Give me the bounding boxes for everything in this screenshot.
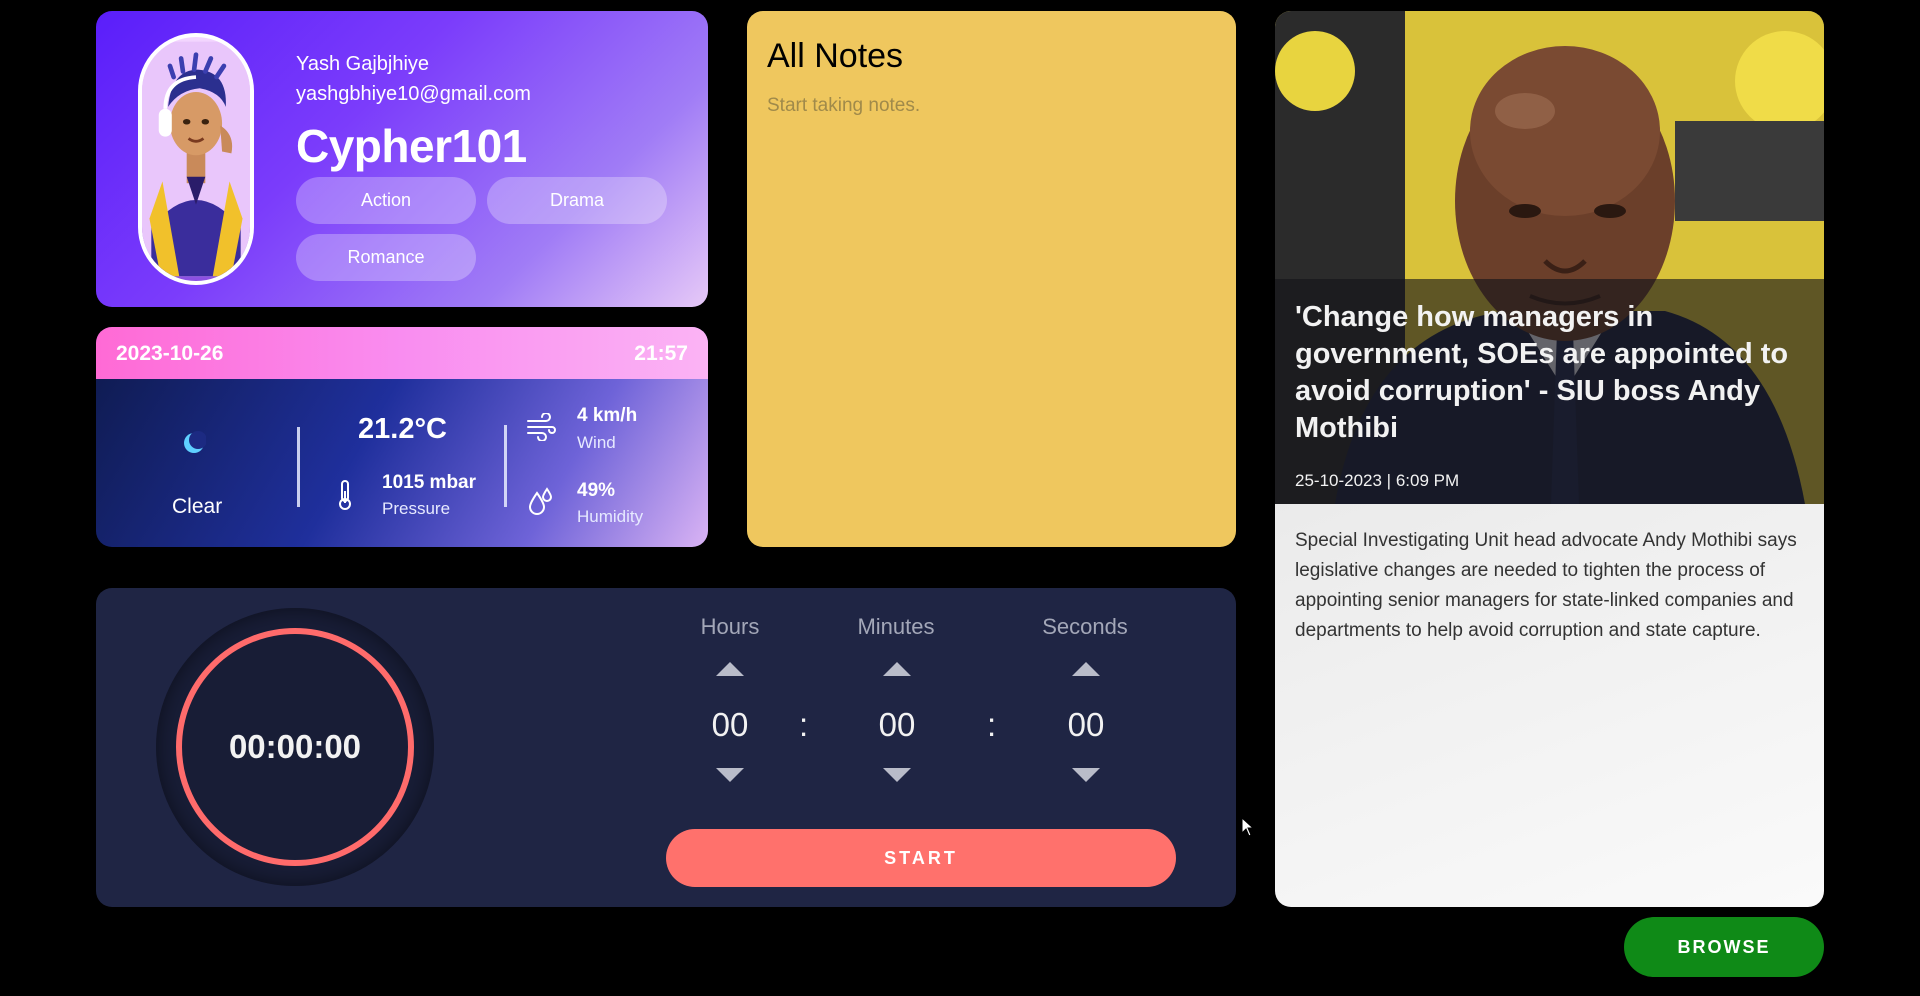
weather-condition: Clear — [172, 495, 223, 518]
timer-progress-ring: 00:00:00 — [176, 628, 414, 866]
temperature: 21.2°C — [358, 413, 447, 445]
timer-display: 00:00:00 — [228, 728, 362, 765]
notes-card: All Notes — [747, 11, 1236, 547]
hours-increment-arrow-icon[interactable] — [716, 662, 744, 676]
humidity-label: Humidity — [577, 507, 644, 526]
pressure-label: Pressure — [382, 499, 451, 518]
pressure-value: 1015 mbar — [382, 472, 477, 493]
profile-card: Yash Gajbjhiye yashgbhiye10@gmail.com Cy… — [96, 11, 708, 307]
avatar-illustration — [142, 41, 250, 277]
news-title[interactable]: 'Change how managers in government, SOEs… — [1295, 299, 1805, 447]
minutes-value: 00 — [878, 706, 916, 743]
weather-card: 2023-10-26 21:57 Clear 21.2°C 1015 mbar … — [96, 327, 708, 547]
avatar — [138, 33, 254, 285]
seconds-decrement-arrow-icon[interactable] — [1072, 768, 1100, 782]
news-card[interactable]: 'Change how managers in government, SOEs… — [1275, 11, 1824, 907]
weather-time: 21:57 — [634, 342, 688, 365]
wind-icon — [527, 413, 556, 441]
notes-input[interactable] — [767, 95, 1217, 525]
weather-divider — [504, 425, 507, 507]
wind-label: Wind — [577, 433, 616, 452]
seconds-label: Seconds — [1042, 614, 1128, 639]
browse-button[interactable]: BROWSE — [1624, 917, 1824, 977]
weather-date: 2023-10-26 — [116, 342, 224, 365]
time-separator: : — [987, 706, 997, 743]
news-description: Special Investigating Unit head advocate… — [1295, 530, 1797, 641]
start-button[interactable]: START — [666, 829, 1176, 887]
wind-value: 4 km/h — [577, 405, 638, 426]
thermometer-icon — [339, 480, 351, 510]
hours-label: Hours — [700, 614, 760, 639]
genre-chip-romance[interactable]: Romance — [296, 234, 476, 281]
hours-value: 00 — [711, 706, 749, 743]
minutes-increment-arrow-icon[interactable] — [883, 662, 911, 676]
minutes-label: Minutes — [857, 614, 935, 639]
time-separator: : — [799, 706, 809, 743]
seconds-value: 00 — [1067, 706, 1105, 743]
profile-name: Yash Gajbjhiye — [296, 53, 430, 75]
timer-ring: 00:00:00 — [156, 608, 434, 886]
news-date: 25-10-2023 | 6:09 PM — [1295, 471, 1460, 490]
profile-username: Cypher101 — [296, 120, 527, 172]
moon-icon — [184, 431, 206, 453]
profile-email: yashgbhiye10@gmail.com — [296, 83, 531, 105]
mouse-cursor-icon — [1241, 817, 1255, 837]
genre-chip-drama[interactable]: Drama — [487, 177, 667, 224]
timer-card: 00:00:00 Hours 00 : Minutes 00 : Seconds… — [96, 588, 1236, 907]
humidity-icon — [528, 487, 553, 515]
seconds-increment-arrow-icon[interactable] — [1072, 662, 1100, 676]
genre-chip-action[interactable]: Action — [296, 177, 476, 224]
minutes-decrement-arrow-icon[interactable] — [883, 768, 911, 782]
humidity-value: 49% — [577, 480, 616, 501]
weather-divider — [297, 427, 300, 507]
hours-decrement-arrow-icon[interactable] — [716, 768, 744, 782]
weather-header: 2023-10-26 21:57 — [96, 327, 708, 379]
notes-title: All Notes — [767, 37, 904, 75]
